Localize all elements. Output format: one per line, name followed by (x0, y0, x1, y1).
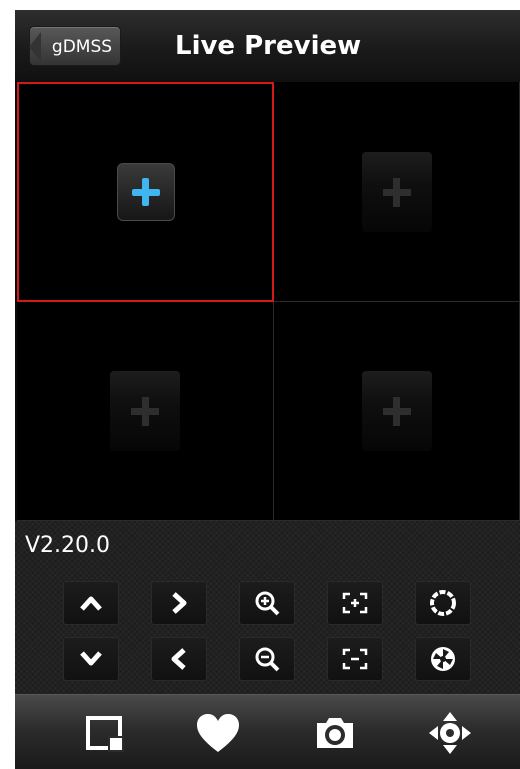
focus-near-icon (342, 592, 368, 614)
video-cell-4[interactable] (274, 302, 520, 521)
heart-icon (197, 713, 239, 752)
bottom-toolbar (15, 694, 520, 769)
chevron-up-icon (80, 596, 102, 611)
ptz-left-button[interactable] (151, 637, 207, 681)
focus-far-button[interactable] (327, 637, 383, 681)
page-title: Live Preview (175, 31, 362, 61)
ptz-right-button[interactable] (151, 581, 207, 625)
video-grid (17, 82, 520, 521)
video-cell-3[interactable] (17, 302, 274, 521)
favorites-button[interactable] (168, 695, 268, 769)
zoom-out-icon (255, 647, 280, 672)
chevron-left-icon (171, 648, 186, 670)
iris-close-icon (431, 647, 455, 671)
ptz-control-button[interactable] (400, 695, 500, 769)
add-camera-icon (361, 151, 432, 232)
ptz-up-button[interactable] (63, 581, 119, 625)
iris-open-icon (430, 590, 456, 616)
iris-open-button[interactable] (415, 581, 471, 625)
direction-pad-icon (429, 711, 471, 754)
zoom-in-button[interactable] (239, 581, 295, 625)
ptz-control-panel: V2.20.0 (15, 521, 520, 694)
chevron-right-icon (172, 592, 187, 614)
chevron-down-icon (80, 651, 102, 666)
zoom-in-icon (255, 591, 280, 616)
focus-near-button[interactable] (327, 581, 383, 625)
snapshot-button[interactable] (285, 695, 385, 769)
app-screen: gDMSS Live Preview V2.20.0 (15, 10, 520, 769)
video-cell-2[interactable] (274, 82, 520, 302)
screen-layout-button[interactable] (55, 695, 155, 769)
camera-icon (317, 717, 353, 748)
add-camera-icon[interactable] (116, 163, 175, 221)
ptz-down-button[interactable] (63, 637, 119, 681)
version-label: V2.20.0 (25, 533, 111, 558)
video-cell-1[interactable] (17, 82, 274, 302)
screen-layout-icon (86, 715, 124, 752)
add-camera-icon (110, 371, 180, 451)
title-bar: gDMSS Live Preview (15, 10, 520, 83)
add-camera-icon (361, 371, 432, 451)
zoom-out-button[interactable] (239, 637, 295, 681)
iris-close-button[interactable] (415, 637, 471, 681)
focus-far-icon (342, 648, 368, 670)
back-button[interactable]: gDMSS (29, 26, 121, 66)
